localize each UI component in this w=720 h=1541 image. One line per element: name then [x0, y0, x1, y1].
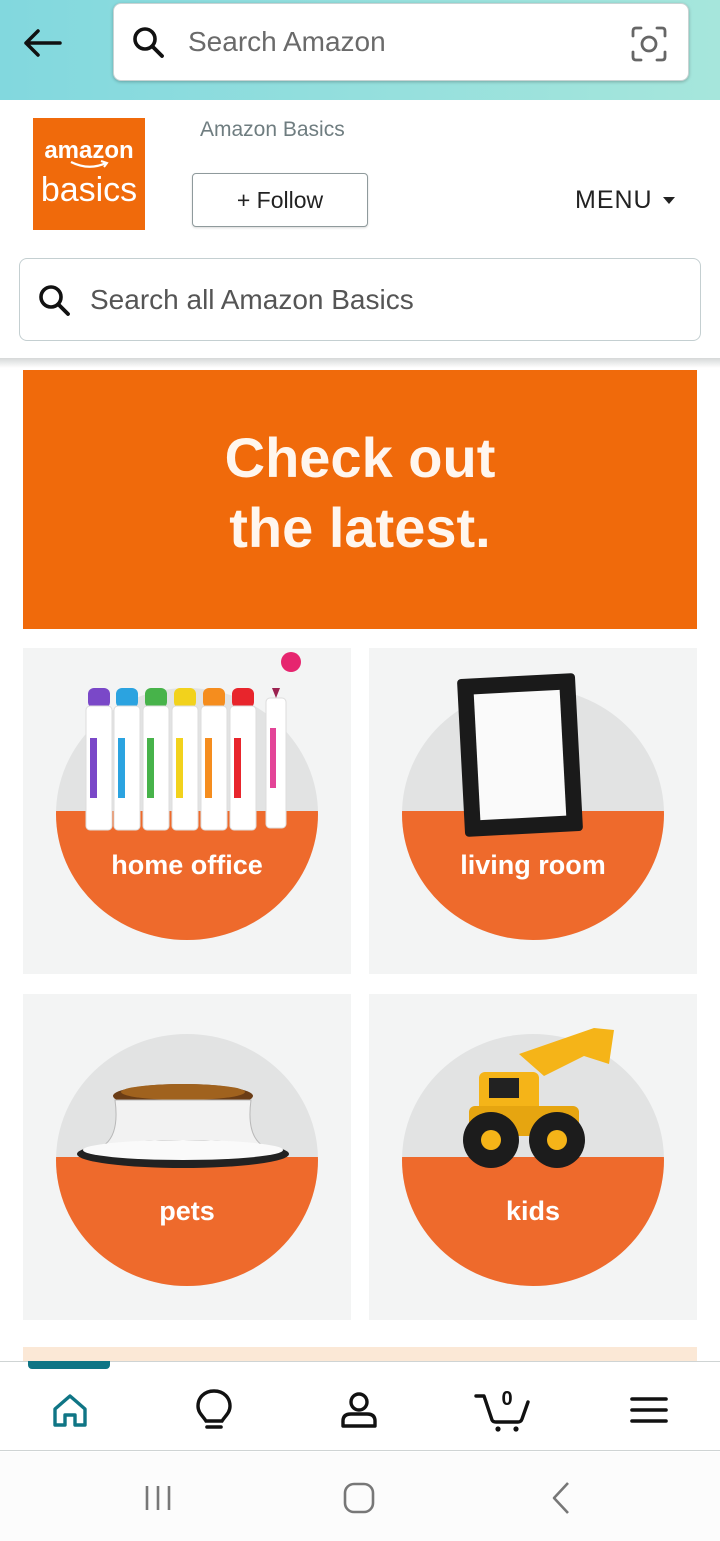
pet-bowl-image: [77, 1084, 289, 1168]
follow-button[interactable]: + Follow: [192, 173, 368, 227]
banner-line-1: Check out: [224, 425, 496, 489]
menu-label: MENU: [575, 186, 653, 214]
header-shadow: [0, 358, 720, 368]
nav-menu[interactable]: [619, 1380, 679, 1440]
category-label: pets: [159, 1196, 215, 1226]
amazon-search-bar[interactable]: [113, 3, 689, 81]
category-label: kids: [505, 1196, 561, 1226]
store-menu-button[interactable]: MENU: [575, 186, 675, 215]
system-home-icon: [343, 1482, 375, 1514]
app-header: [0, 0, 720, 100]
category-tile-living-room[interactable]: living room: [369, 648, 697, 974]
store-search-input[interactable]: [88, 282, 672, 317]
account-icon: [341, 1392, 377, 1428]
logo-text-bottom: basics: [40, 171, 138, 209]
nav-home[interactable]: [40, 1380, 100, 1440]
bottom-navigation: 0: [0, 1361, 720, 1451]
picture-frame-image: [457, 673, 583, 837]
system-home-button[interactable]: [329, 1476, 389, 1520]
system-navigation-bar: [0, 1452, 720, 1541]
nav-account[interactable]: [329, 1380, 389, 1440]
next-section-preview: [23, 1347, 697, 1361]
category-label: living room: [460, 850, 606, 880]
category-label: home office: [111, 850, 263, 880]
active-tab-indicator: [28, 1361, 110, 1369]
back-button[interactable]: [18, 22, 66, 64]
system-back-icon: [552, 1482, 569, 1514]
back-arrow-icon: [24, 29, 62, 57]
markers-image: [85, 652, 301, 831]
store-brand-name[interactable]: Amazon Basics: [200, 118, 345, 142]
toy-loader-image: [463, 1028, 614, 1168]
search-input[interactable]: [186, 25, 610, 59]
lightbulb-icon: [196, 1389, 232, 1429]
category-tile-pets[interactable]: pets: [23, 994, 351, 1320]
store-search-bar[interactable]: [19, 258, 701, 341]
amazon-basics-logo[interactable]: amazon basics: [33, 118, 145, 230]
recent-apps-icon: [145, 1486, 171, 1510]
smile-arrow-icon: [70, 160, 109, 168]
caret-down-icon: [662, 197, 675, 204]
search-icon: [130, 24, 166, 60]
system-back-button[interactable]: [531, 1476, 591, 1520]
promo-banner[interactable]: Check out the latest.: [23, 370, 697, 629]
category-tile-kids[interactable]: kids: [369, 994, 697, 1320]
nav-cart[interactable]: 0: [472, 1380, 532, 1440]
banner-line-2: the latest.: [229, 495, 491, 559]
home-icon: [53, 1394, 87, 1427]
nav-inspire[interactable]: [184, 1380, 244, 1440]
cart-count-badge: 0: [501, 1388, 513, 1410]
camera-search-icon[interactable]: [630, 25, 668, 63]
hamburger-menu-icon: [630, 1397, 668, 1423]
category-tile-home-office[interactable]: home office: [23, 648, 351, 974]
recent-apps-button[interactable]: [128, 1476, 188, 1520]
search-icon: [36, 282, 72, 318]
